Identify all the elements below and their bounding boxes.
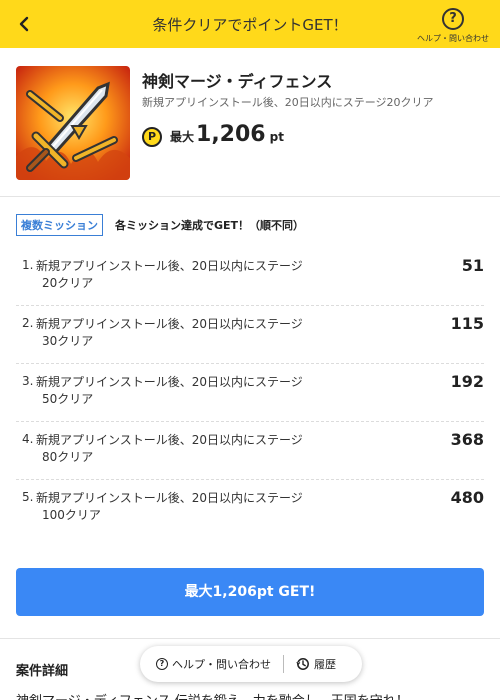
mission-text-line2: 30クリア [42, 334, 94, 348]
mission-text: 新規アプリインストール後、20日以内にステージ 20クリア [36, 258, 366, 292]
mission-text-line1: 新規アプリインストール後、20日以内にステージ [36, 317, 303, 331]
mission-points: 480 [450, 488, 484, 507]
mission-text-line1: 新規アプリインストール後、20日以内にステージ [36, 433, 303, 447]
multi-mission-badge: 複数ミッション [16, 214, 103, 236]
mission-number: 3. [22, 374, 34, 388]
mission-item: 2. 新規アプリインストール後、20日以内にステージ 30クリア 115 [16, 306, 484, 364]
details-title: 案件詳細 [16, 664, 69, 679]
help-contact-label: ヘルプ・問い合わせ [417, 34, 489, 43]
max-points-value: 1,206 [196, 122, 266, 147]
question-icon: ? [156, 658, 168, 670]
mission-points: 368 [450, 430, 484, 449]
app-subtitle: 新規アプリインストール後、20日以内にステージ20クリア [142, 96, 434, 109]
mission-item: 5. 新規アプリインストール後、20日以内にステージ 100クリア 480 [16, 480, 484, 538]
mission-text-line2: 20クリア [42, 276, 94, 290]
app-info: 神剣マージ・ディフェンス 新規アプリインストール後、20日以内にステージ20クリ… [16, 66, 486, 182]
mission-header: 複数ミッション 各ミッション達成でGET！（順不同） [16, 214, 304, 236]
mission-text-line1: 新規アプリインストール後、20日以内にステージ [36, 375, 303, 389]
mission-number: 4. [22, 432, 34, 446]
divider [0, 196, 500, 197]
get-points-button[interactable]: 最大1,206pt GET! [16, 568, 484, 616]
floating-action-bar: ? ヘルプ・問い合わせ 履歴 [140, 646, 362, 682]
mission-text: 新規アプリインストール後、20日以内にステージ 80クリア [36, 432, 366, 466]
separator [283, 655, 284, 673]
top-header: 条件クリアでポイントGET！ ? ヘルプ・問い合わせ [0, 0, 500, 48]
mission-text-line1: 新規アプリインストール後、20日以内にステージ [36, 491, 303, 505]
mission-number: 5. [22, 490, 34, 504]
mission-list: 1. 新規アプリインストール後、20日以内にステージ 20クリア 51 2. 新… [16, 248, 484, 538]
help-contact-button[interactable]: ? ヘルプ・問い合わせ [412, 8, 494, 44]
max-points: P 最大 1,206 pt [142, 122, 284, 152]
mission-points: 51 [461, 256, 484, 275]
mission-number: 2. [22, 316, 34, 330]
mission-number: 1. [22, 258, 34, 272]
history-link[interactable]: 履歴 [296, 656, 336, 672]
help-contact-link[interactable]: ? ヘルプ・問い合わせ [156, 656, 271, 672]
mission-points: 115 [450, 314, 484, 333]
divider [0, 638, 500, 639]
mission-text-line1: 新規アプリインストール後、20日以内にステージ [36, 259, 303, 273]
details-text: 神剣マージ・ディフェンス 伝説を鍛え、力を融合し、王国を守れ！ [16, 690, 409, 700]
history-icon [296, 658, 309, 670]
max-label: 最大 [170, 130, 195, 144]
app-icon [16, 66, 130, 180]
mission-points: 192 [450, 372, 484, 391]
mission-text-line2: 80クリア [42, 450, 94, 464]
mission-text: 新規アプリインストール後、20日以内にステージ 50クリア [36, 374, 366, 408]
mission-item: 3. 新規アプリインストール後、20日以内にステージ 50クリア 192 [16, 364, 484, 422]
mission-note: 各ミッション達成でGET！（順不同） [115, 219, 305, 232]
mission-text-line2: 100クリア [42, 508, 101, 522]
point-coin-icon: P [142, 127, 162, 147]
mission-item: 1. 新規アプリインストール後、20日以内にステージ 20クリア 51 [16, 248, 484, 306]
mission-text-line2: 50クリア [42, 392, 94, 406]
history-label: 履歴 [314, 658, 336, 671]
app-name: 神剣マージ・ディフェンス [142, 72, 333, 91]
mission-text: 新規アプリインストール後、20日以内にステージ 30クリア [36, 316, 366, 350]
question-icon: ? [442, 8, 464, 30]
points-unit: pt [269, 130, 284, 144]
mission-item: 4. 新規アプリインストール後、20日以内にステージ 80クリア 368 [16, 422, 484, 480]
help-contact-label: ヘルプ・問い合わせ [172, 658, 271, 671]
mission-text: 新規アプリインストール後、20日以内にステージ 100クリア [36, 490, 366, 524]
